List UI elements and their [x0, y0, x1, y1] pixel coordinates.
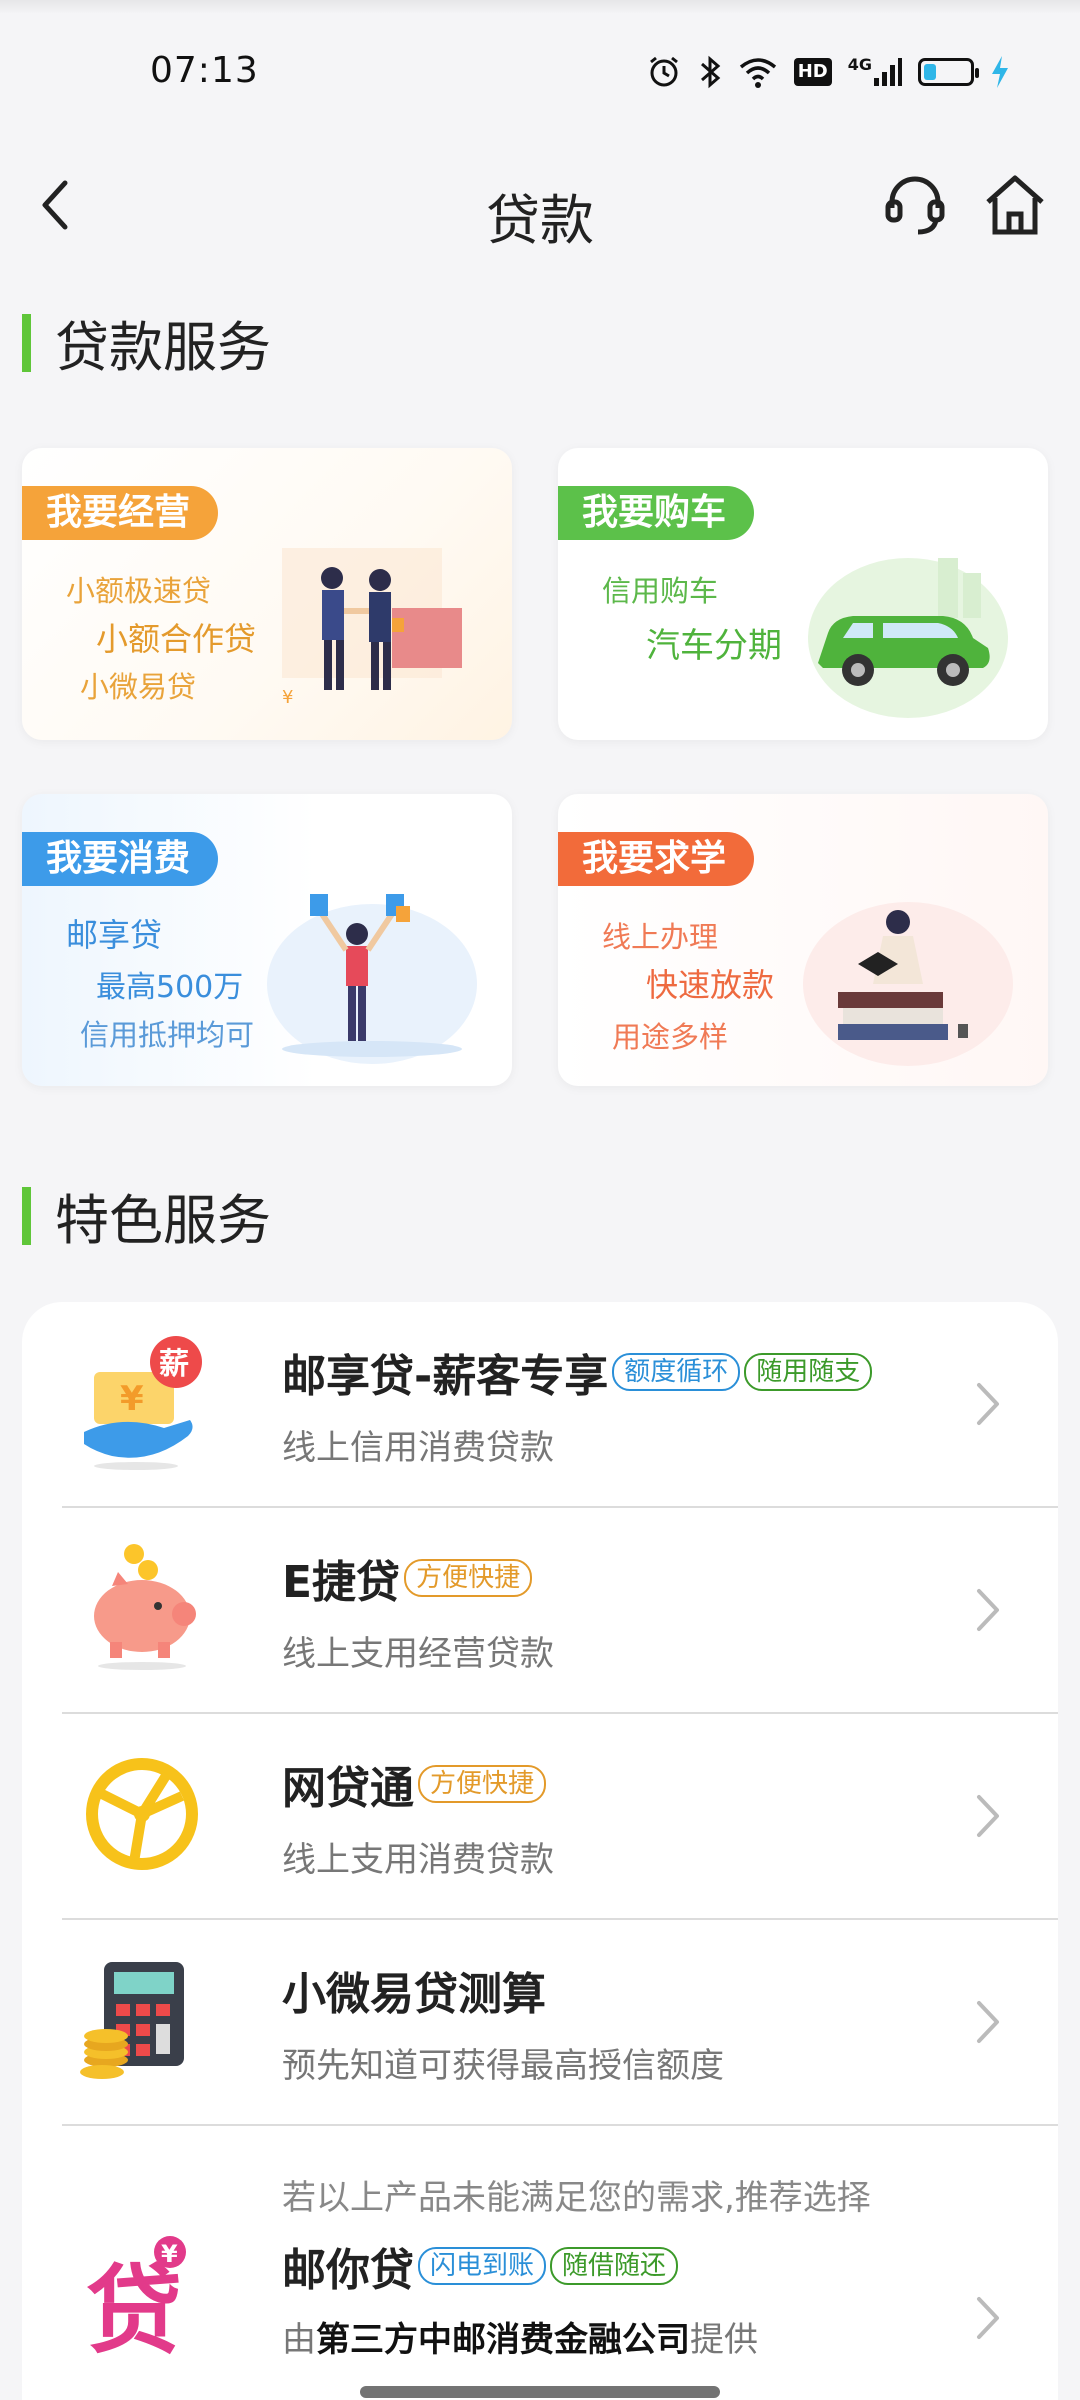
item-title-row: 网贷通 方便快捷: [282, 1752, 547, 1816]
svg-text:¥: ¥: [120, 1379, 144, 1419]
badge-convenient: 方便快捷: [418, 1765, 547, 1803]
card-business[interactable]: 我要经营 小额极速贷 小额合作贷 小微易贷 ¥: [22, 448, 512, 740]
loan-char-icon: ¥ 贷: [72, 2226, 212, 2366]
card-line: 线上办理: [602, 920, 719, 954]
card-line: 邮享贷: [66, 916, 163, 954]
item-title: 邮你贷: [282, 2245, 414, 2296]
section-accent-bar: [22, 313, 31, 372]
item-title-row: E捷贷 方便快捷: [282, 1546, 533, 1610]
card-consumption[interactable]: 我要消费 邮享贷 最高500万 信用抵押均可: [22, 794, 512, 1086]
home-indicator[interactable]: [360, 2386, 720, 2398]
chevron-right-icon: [968, 1580, 1008, 1640]
card-line: 小额合作贷: [96, 620, 257, 658]
card-line: 快速放款: [646, 966, 775, 1004]
card-line: 小微易贷: [80, 670, 197, 704]
business-handshake-illustration: ¥: [282, 548, 462, 708]
badge-instant-arrival: 闪电到账: [418, 2247, 547, 2285]
section-accent-bar: [22, 1186, 31, 1245]
badge-convenient: 方便快捷: [404, 1559, 533, 1597]
card-study[interactable]: 我要求学 线上办理 快速放款 用途多样: [558, 794, 1048, 1086]
status-time: 07:13: [150, 50, 259, 91]
section-title: 贷款服务: [55, 316, 271, 379]
home-icon: [986, 175, 1044, 235]
featured-services-list: ¥ 薪 邮享贷-薪客专享 额度循环 随用随支 线上信用消费贷款 E捷贷 方便快捷…: [22, 1302, 1058, 2400]
badge-use-anytime: 随用随支: [744, 1353, 873, 1391]
item-title-row: 邮享贷-薪客专享 额度循环 随用随支: [282, 1340, 873, 1404]
study-books-illustration: [803, 902, 1013, 1066]
shopping-illustration: [267, 894, 477, 1064]
globe-icon: [72, 1744, 212, 1884]
loan-service-cards: 我要经营 小额极速贷 小额合作贷 小微易贷 ¥ 我要购车 信用购车 汽车分期 我…: [22, 448, 1058, 1088]
card-tag: 我要消费: [22, 832, 219, 886]
svg-text:贷: 贷: [86, 2255, 182, 2366]
signal-icon: 4G: [848, 52, 902, 92]
list-item-ejiedai[interactable]: E捷贷 方便快捷 线上支用经营贷款: [22, 1508, 1058, 1714]
alarm-icon: [646, 52, 682, 92]
provider-name: 第三方中邮消费金融公司: [316, 2320, 690, 2360]
customer-service-icon: [885, 176, 945, 235]
chevron-right-icon: [968, 2288, 1008, 2348]
list-item-xiaowei-calculator[interactable]: 小微易贷测算 预先知道可获得最高授信额度: [22, 1920, 1058, 2126]
item-description: 线上支用经营贷款: [282, 1634, 554, 1674]
status-bar: 07:13 HD 4G: [0, 0, 1080, 140]
card-tag: 我要经营: [22, 486, 219, 540]
item-title: 小微易贷测算: [282, 1969, 546, 2020]
chevron-right-icon: [968, 1992, 1008, 2052]
item-title: 网贷通: [282, 1763, 414, 1814]
calculator-icon: [72, 1950, 212, 2090]
status-icons: HD 4G: [646, 52, 1010, 92]
wifi-icon: [738, 52, 778, 92]
chevron-right-icon: [968, 1786, 1008, 1846]
list-item-younidai[interactable]: 若以上产品未能满足您的需求,推荐选择 ¥ 贷 邮你贷 闪电到账 随借随还 由第三…: [22, 2126, 1058, 2400]
salary-hand-icon: ¥ 薪: [72, 1332, 212, 1472]
card-tag: 我要购车: [558, 486, 755, 540]
car-illustration: [808, 558, 1008, 718]
nav-bar: 贷款: [0, 140, 1080, 270]
item-title: E捷贷: [282, 1557, 401, 1608]
item-title-row: 小微易贷测算: [282, 1958, 546, 2022]
card-car[interactable]: 我要购车 信用购车 汽车分期: [558, 448, 1048, 740]
featured-services-header: 特色服务: [22, 1176, 271, 1255]
item-description: 线上支用消费贷款: [282, 1840, 554, 1880]
piggy-bank-icon: [72, 1536, 212, 1676]
list-item-wangdaitong[interactable]: 网贷通 方便快捷 线上支用消费贷款: [22, 1714, 1058, 1920]
item-description: 线上信用消费贷款: [282, 1428, 554, 1468]
item-title: 邮享贷-薪客专享: [282, 1351, 609, 1402]
charging-icon: [990, 52, 1010, 92]
card-tag: 我要求学: [558, 832, 755, 886]
list-item-youxiangdai-salary[interactable]: ¥ 薪 邮享贷-薪客专享 额度循环 随用随支 线上信用消费贷款: [22, 1302, 1058, 1508]
card-line: 最高500万: [96, 970, 244, 1005]
badge-quota-cycle: 额度循环: [612, 1353, 741, 1391]
battery-icon: [918, 52, 979, 92]
hd-icon: HD: [793, 52, 832, 92]
svg-text:薪: 薪: [159, 1347, 189, 1382]
card-line: 汽车分期: [646, 626, 782, 666]
card-line: 小额极速贷: [66, 574, 212, 608]
item-title-row: 邮你贷 闪电到账 随借随还: [282, 2234, 679, 2298]
badge-borrow-repay-anytime: 随借随还: [550, 2247, 679, 2285]
card-line: 信用抵押均可: [80, 1018, 255, 1052]
item-description: 预先知道可获得最高授信额度: [282, 2046, 724, 2086]
customer-service-button[interactable]: [870, 165, 960, 245]
loan-services-header: 贷款服务: [22, 303, 271, 382]
recommendation-note: 若以上产品未能满足您的需求,推荐选择: [282, 2178, 871, 2218]
card-line: 用途多样: [612, 1020, 729, 1054]
bluetooth-icon: [698, 52, 722, 92]
provider-text: 由第三方中邮消费金融公司提供: [282, 2320, 758, 2360]
svg-text:¥: ¥: [282, 687, 293, 708]
home-button[interactable]: [970, 165, 1060, 245]
chevron-right-icon: [968, 1374, 1008, 1434]
section-title: 特色服务: [55, 1189, 271, 1252]
card-line: 信用购车: [602, 574, 719, 608]
